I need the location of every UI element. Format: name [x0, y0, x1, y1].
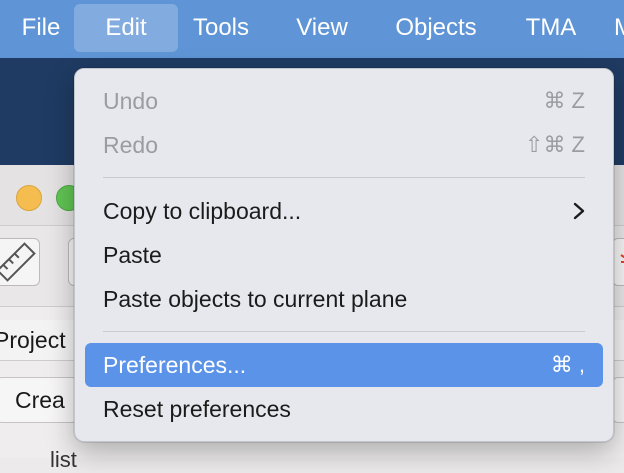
edit-menu: Undo ⌘ Z Redo ⇧⌘ Z Copy to clipboard... … — [74, 68, 614, 442]
menu-tma[interactable]: TMA — [512, 4, 590, 52]
menu-item-paste-objects[interactable]: Paste objects to current plane — [85, 277, 603, 321]
menu-objects[interactable]: Objects — [380, 4, 492, 52]
create-button[interactable]: Crea — [0, 377, 78, 423]
menu-item-label: Redo — [103, 132, 158, 158]
minimize-icon[interactable] — [16, 185, 42, 211]
menu-tools[interactable]: Tools — [178, 4, 264, 52]
menu-item-label: Undo — [103, 88, 158, 114]
ruler-icon — [0, 242, 36, 282]
menu-item-undo[interactable]: Undo ⌘ Z — [85, 79, 603, 123]
menu-item-label: Reset preferences — [103, 396, 291, 422]
menu-bar: File Edit Tools View Objects TMA M — [0, 0, 624, 58]
menu-item-shortcut: ⇧⌘ Z — [525, 132, 585, 157]
menu-item-label: Paste objects to current plane — [103, 286, 408, 312]
tab-project[interactable]: Project — [0, 320, 66, 360]
chevron-right-icon — [573, 202, 585, 220]
menu-item-preferences[interactable]: Preferences... ⌘ , — [85, 343, 603, 387]
menu-item-paste[interactable]: Paste — [85, 233, 603, 277]
menu-item-label: Paste — [103, 242, 162, 268]
menu-separator — [103, 331, 585, 332]
sparkle-icon — [620, 254, 624, 263]
create-button-label: Crea — [15, 387, 65, 413]
menu-item-shortcut: ⌘ Z — [543, 88, 585, 113]
menu-item-reset-preferences[interactable]: Reset preferences — [85, 387, 603, 431]
menu-item-shortcut: ⌘ , — [550, 352, 585, 377]
menu-item-label: Copy to clipboard... — [103, 198, 302, 224]
menu-view[interactable]: View — [280, 4, 364, 52]
menu-item-label: Preferences... — [103, 352, 247, 378]
menu-separator — [103, 177, 585, 178]
menu-m[interactable]: M — [614, 4, 624, 52]
menu-file[interactable]: File — [8, 4, 74, 52]
menu-item-redo[interactable]: Redo ⇧⌘ Z — [85, 123, 603, 167]
menu-item-copy-to-clipboard[interactable]: Copy to clipboard... — [85, 189, 603, 233]
list-label: list — [50, 447, 77, 472]
ruler-tool-button[interactable] — [0, 238, 40, 286]
menu-edit[interactable]: Edit — [74, 4, 178, 52]
